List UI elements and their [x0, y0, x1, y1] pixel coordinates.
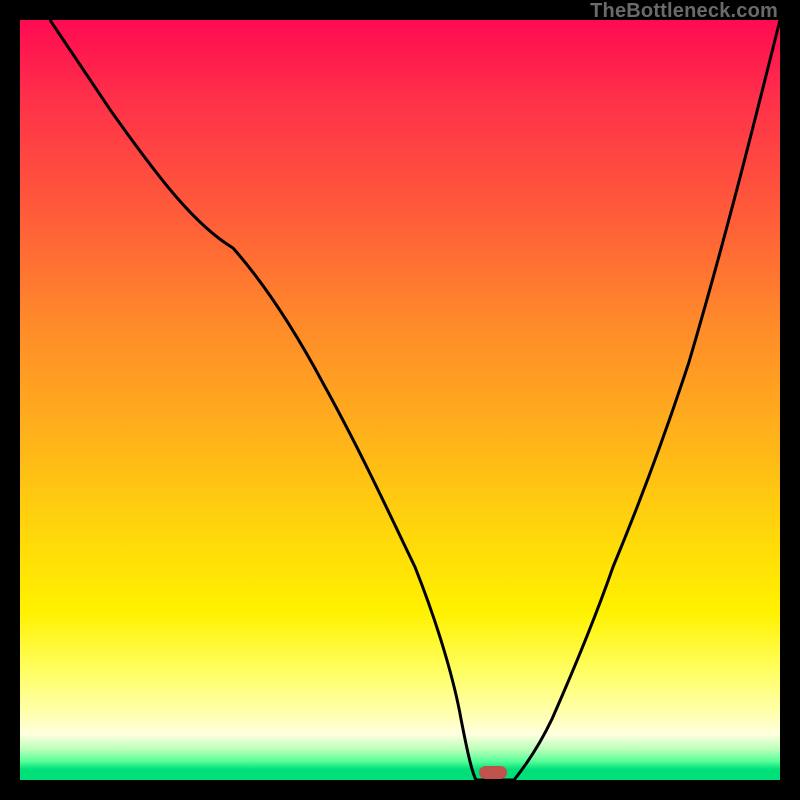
optimal-marker	[479, 766, 507, 779]
curve-path	[50, 20, 780, 780]
bottleneck-curve	[20, 20, 780, 780]
chart-frame: TheBottleneck.com	[0, 0, 800, 800]
plot-area	[20, 20, 780, 780]
